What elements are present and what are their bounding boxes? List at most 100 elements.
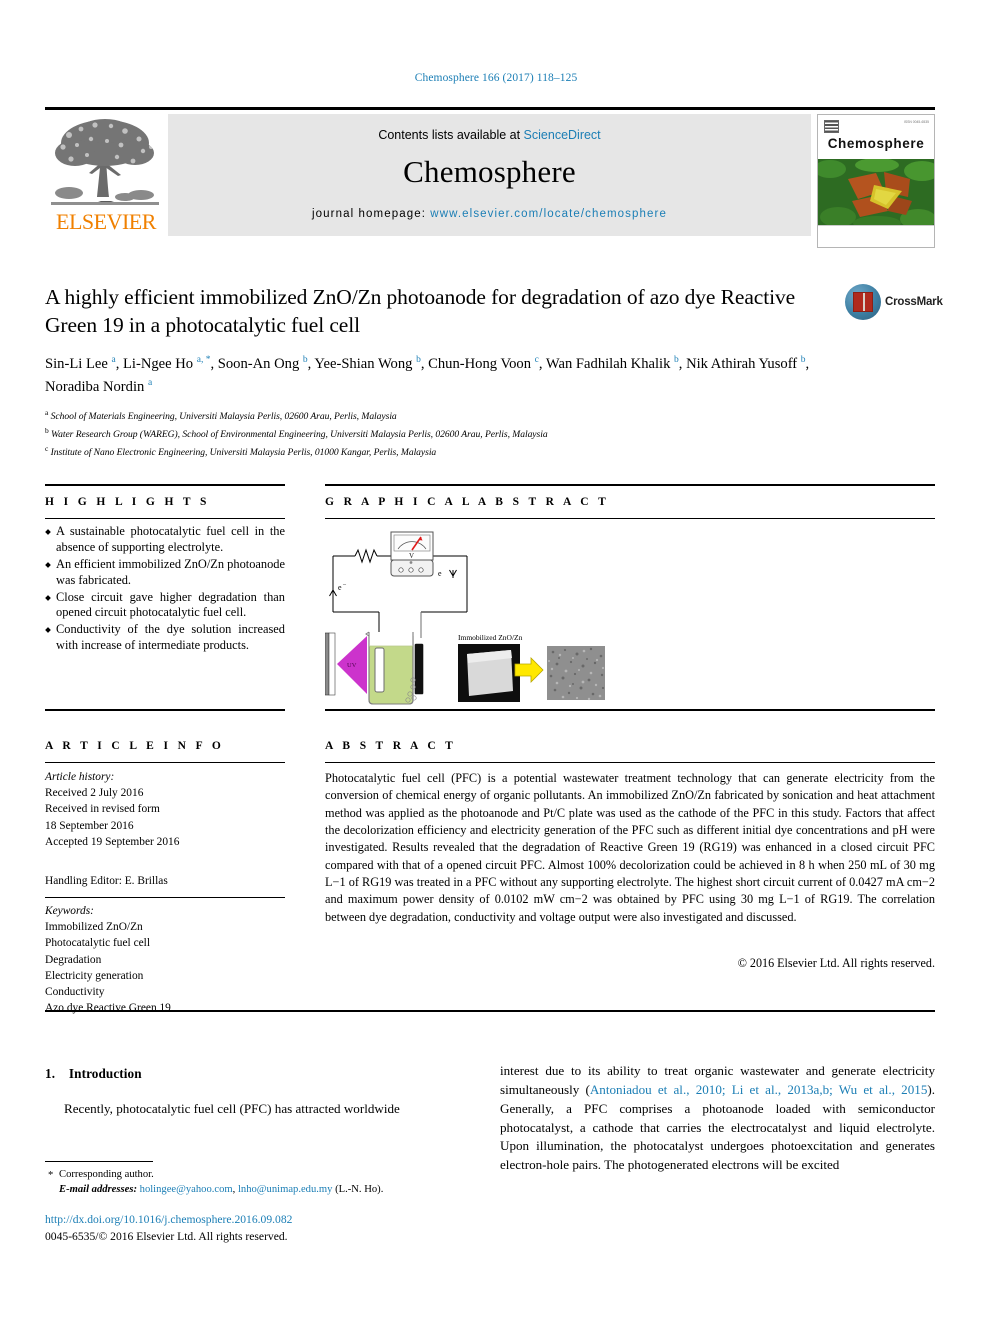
affiliation-item: a School of Materials Engineering, Unive… [45,407,905,425]
article-history-line: Accepted 19 September 2016 [45,835,180,848]
crossmark-book-icon [853,292,873,312]
title-block: A highly efficient immobilized ZnO/Zn ph… [45,283,943,460]
svg-text:e: e [438,569,442,578]
pfc-schematic-diagram: e – e V UV Immobilized ZnO/Zn [324,531,605,705]
author-name: Chun-Hong Voon [428,355,535,372]
affiliation-item: c Institute of Nano Electronic Engineeri… [45,443,905,461]
cover-artwork [818,159,934,227]
email-label: E-mail addresses: [59,1184,137,1196]
keywords-divider [45,897,285,899]
graphical-abstract-bottom-rule [325,709,935,712]
author-name: Li-Ngee Ho [122,355,197,372]
email-note: E-mail addresses: holingee@yahoo.com, ln… [45,1182,465,1197]
sample-caption-text: Immobilized ZnO/Zn [458,633,523,642]
crossmark-badge[interactable]: CrossMark [845,284,943,326]
highlights-heading: H I G H L I G H T S [45,496,210,508]
abstract-heading: A B S T R A C T [325,740,457,752]
contents-prefix: Contents lists available at [378,128,524,142]
highlight-item: A sustainable photocatalytic fuel cell i… [45,524,285,556]
journal-masthead: ELSEVIER Contents lists available at Sci… [45,107,935,248]
elsevier-barcode-icon [824,120,839,133]
author-name: Soon-An Ong [217,355,303,372]
sciencedirect-link[interactable]: ScienceDirect [524,128,601,142]
highlights-list: A sustainable photocatalytic fuel cell i… [45,524,285,655]
svg-text:e: e [338,583,342,592]
running-head: Chemosphere 166 (2017) 118–125 [414,72,578,84]
intro-right-paragraph: interest due to its ability to treat org… [500,1062,935,1175]
graphical-abstract-divider [325,518,935,520]
affiliation-text: School of Materials Engineering, Univers… [48,411,397,423]
author-name: Wan Fadhilah Khalik [545,355,675,372]
highlights-divider [45,518,285,520]
author-name: Noradiba Nordin [45,378,148,395]
homepage-label: journal homepage: [312,208,426,220]
citation-group-1[interactable]: Antoniadou et al., 2010; Li et al., 2013… [590,1082,928,1097]
email-link-2[interactable]: lnho@unimap.edu.my [238,1184,333,1195]
graphical-abstract-figure: e – e V UV Immobilized ZnO/Zn [324,528,745,708]
abstract-text: Photocatalytic fuel cell (PFC) is a pote… [325,771,935,924]
handling-editor: Handling Editor: E. Brillas [45,875,168,887]
corresponding-author-note: * Corresponding author. [45,1167,465,1182]
email-link-1[interactable]: holingee@yahoo.com [140,1184,233,1195]
affiliation-text: Water Research Group (WAREG), School of … [48,429,548,441]
author-name: Nik Athirah Yusoff [686,355,801,372]
article-history-line: Received 2 July 2016 [45,787,144,800]
graphical-abstract-heading: G R A P H I C A L A B S T R A C T [325,496,610,508]
highlights-top-rule [45,484,285,487]
author-separator: , [805,355,810,372]
highlight-item: Conductivity of the dye solution increas… [45,622,285,654]
issn-copyright-line: 0045-6535/© 2016 Elsevier Ltd. All right… [45,1230,288,1243]
keyword-item: Conductivity [45,985,105,998]
affiliation-text: Institute of Nano Electronic Engineering… [48,446,437,458]
section-number: 1. [45,1066,56,1081]
author-separator: , [538,355,546,372]
section-name: Introduction [68,1066,142,1081]
corresponding-star: * [48,1170,54,1181]
intro-left-paragraph: Recently, photocatalytic fuel cell (PFC)… [64,1101,400,1116]
journal-article-page: Chemosphere 166 (2017) 118–125 ELSEVIER … [0,0,992,1323]
journal-title: Chemosphere [403,154,576,189]
affiliation-item: b Water Research Group (WAREG), School o… [45,425,905,443]
article-history-label: Article history: [45,771,115,783]
keyword-item: Degradation [45,953,102,966]
author-separator: , [210,355,218,372]
elsevier-wordmark: ELSEVIER [56,209,156,234]
crossmark-label: CrossMark [885,296,943,308]
doi-link[interactable]: http://dx.doi.org/10.1016/j.chemosphere.… [45,1213,495,1226]
cover-issn-text: ISSN 0045-6535 [903,120,929,124]
email-owner: (L.-N. Ho). [332,1184,384,1196]
article-history-line: 18 September 2016 [45,819,134,832]
author-list: Sin-Li Lee a, Li-Ngee Ho a, *, Soon-An O… [45,353,845,399]
keywords-block: Keywords: Immobilized ZnO/Zn Photocatalyt… [45,903,285,1016]
corresponding-author-label: Corresponding author. [59,1169,154,1180]
footnote-rule [45,1161,153,1162]
highlights-bottom-rule [45,709,285,712]
footnote-block: * Corresponding author. E-mail addresses… [45,1167,465,1198]
journal-homepage-line: journal homepage: www.elsevier.com/locat… [168,208,811,220]
abstract-copyright: © 2016 Elsevier Ltd. All rights reserved… [737,956,935,970]
article-history-block: Article history: Received 2 July 2016 Rec… [45,769,285,850]
author-name: Sin-Li Lee [45,355,112,372]
section-heading: 1. Introduction [45,1066,460,1082]
homepage-url-link[interactable]: www.elsevier.com/locate/chemosphere [430,208,667,220]
svg-text:–: – [342,582,347,588]
svg-text:V: V [409,552,414,560]
keyword-item: Immobilized ZnO/Zn [45,921,143,934]
highlight-item: An efficient immobilized ZnO/Zn photoano… [45,557,285,589]
keyword-item: Electricity generation [45,969,144,982]
contents-available-line: Contents lists available at ScienceDirec… [168,128,811,142]
cover-journal-name: Chemosphere [827,136,925,151]
keyword-item: Photocatalytic fuel cell [45,937,151,950]
article-history-line: Received in revised form [45,803,160,816]
svg-text:UV: UV [347,662,357,669]
author-separator: , [115,355,123,372]
graphical-abstract-top-rule [325,484,935,487]
journal-cover-thumbnail[interactable]: ISSN 0045-6535 Chemosphere [817,114,935,248]
author-affiliation-marker: a [147,377,153,388]
affiliation-list: a School of Materials Engineering, Unive… [45,407,905,460]
author-name: Yee-Shian Wong [314,355,417,372]
abstract-divider [325,762,935,764]
keywords-list: Immobilized ZnO/Zn Photocatalytic fuel ce… [45,919,285,1016]
elsevier-tree-icon [51,119,159,205]
cover-bottom-band [818,225,934,247]
